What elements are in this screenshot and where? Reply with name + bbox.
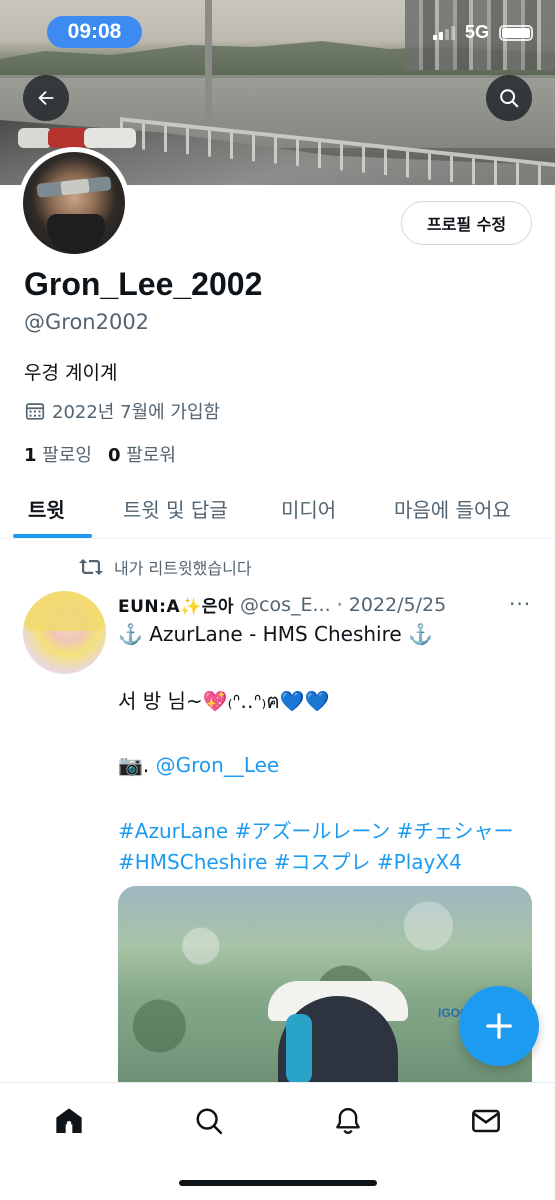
status-indicators: 5G (432, 22, 533, 43)
nav-notifications[interactable] (330, 1103, 366, 1139)
followers-link[interactable]: 0 팔로워 (108, 441, 176, 467)
avatar-headband-plate (60, 178, 90, 196)
camera-emoji: 📷. (118, 753, 150, 777)
tweet-text-camera-credit: 📷. @Gron__Lee (118, 753, 279, 777)
status-time: 09:08 (47, 16, 142, 48)
bell-icon (336, 1107, 360, 1134)
search-button[interactable] (486, 75, 532, 121)
nav-messages[interactable] (468, 1103, 504, 1139)
mention-link[interactable]: @Gron__Lee (156, 753, 280, 777)
display-name: Gron_Lee_2002 (24, 266, 263, 302)
tab-media[interactable]: 미디어 (281, 494, 336, 523)
banner-car (84, 128, 136, 148)
profile-bio: 우경 계이계 (24, 362, 118, 384)
join-date: 2022년 7월에 가입함 (24, 398, 220, 424)
tweet-author-avatar[interactable] (23, 591, 106, 674)
home-indicator (179, 1180, 377, 1186)
tweet-text-title: ⚓️ AzurLane - HMS Cheshire ⚓️ (118, 622, 433, 646)
tweet-more-button[interactable]: ··· (509, 592, 531, 616)
followers-count: 0 (107, 445, 121, 466)
tab-tweets-and-replies[interactable]: 트윗 및 답글 (123, 494, 228, 523)
user-handle: @Gron2002 (24, 310, 150, 334)
edit-profile-button[interactable]: 프로필 수정 (401, 201, 532, 245)
tab-likes[interactable]: 마음에 들어요 (394, 494, 511, 523)
banner-car (18, 128, 52, 148)
avatar-hair (23, 591, 106, 631)
arrow-left-icon (38, 90, 54, 106)
home-icon (56, 1108, 82, 1133)
back-button[interactable] (23, 75, 69, 121)
tweet-media-image[interactable]: IGOON (118, 886, 532, 1086)
search-icon (196, 1108, 223, 1135)
signal-icon (432, 25, 455, 40)
avatar-mask (47, 214, 105, 254)
calendar-icon (25, 403, 45, 420)
tweet-hashtags-line-1[interactable]: #AzurLane #アズールレーン #チェシャー (118, 815, 513, 844)
tab-tweets[interactable]: 트윗 (28, 494, 65, 523)
media-hair-streak (286, 1014, 312, 1084)
following-count: 1 (24, 445, 37, 466)
banner-car (48, 128, 88, 148)
battery-icon (499, 24, 533, 41)
join-date-text: 2022년 7월에 가입함 (52, 402, 221, 423)
followers-label: 팔로워 (126, 445, 176, 466)
nav-home[interactable] (51, 1103, 87, 1139)
active-tab-indicator (13, 534, 92, 538)
retweet-icon (79, 559, 103, 575)
tweet-author-name[interactable]: EUN:A✨은아 (118, 592, 234, 617)
follow-stats: 1 팔로잉 0 팔로워 (24, 441, 176, 467)
tweet-text-greeting: 서 방 님~💖₍ᐢ‥ᐢ₎ฅ💙💙 (118, 689, 330, 713)
retweet-context-text: 내가 리트윗했습니다 (114, 559, 252, 578)
following-label: 팔로잉 (42, 445, 92, 466)
nav-search[interactable] (191, 1103, 227, 1139)
network-type: 5G (464, 22, 489, 42)
retweet-context: 내가 리트윗했습니다 (78, 555, 252, 579)
tweet-hashtags-line-2[interactable]: #HMSCheshire #コスプレ #PlayX4 (118, 846, 462, 875)
search-icon (500, 89, 519, 108)
tweet-header: EUN:A✨은아 @cos_E... · 2022/5/25 (118, 592, 538, 618)
compose-tweet-button[interactable] (459, 986, 539, 1066)
tweet-handle-date[interactable]: @cos_E... · 2022/5/25 (240, 594, 446, 616)
plus-icon (486, 1013, 512, 1039)
profile-tabs: 트윗 트윗 및 답글 미디어 마음에 들어요 (0, 478, 555, 539)
following-link[interactable]: 1 팔로잉 (24, 441, 92, 467)
profile-avatar[interactable] (18, 147, 130, 259)
mail-icon (472, 1109, 500, 1133)
